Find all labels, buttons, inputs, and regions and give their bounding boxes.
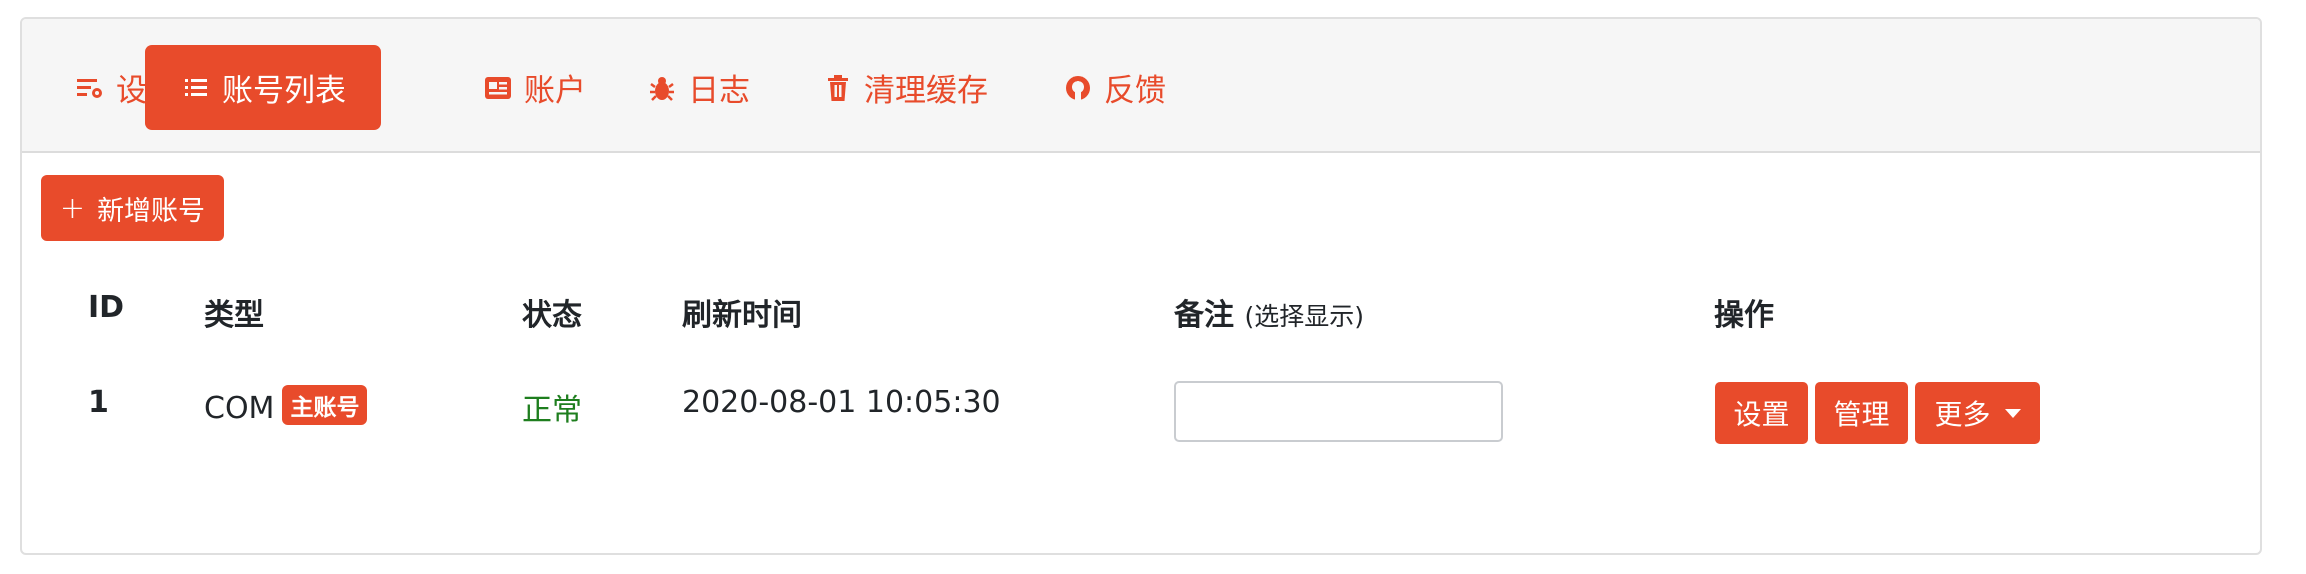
tab-label: 清理缓存 — [864, 73, 988, 109]
column-header-status: 状态 — [522, 298, 582, 333]
more-label: 更多 — [1934, 398, 1991, 431]
tab-feedback[interactable]: 反馈 — [1062, 45, 1166, 130]
main-card: 设置 账号列表 账户 日志 清理缓存 — [20, 17, 2262, 555]
tab-label: 账号列表 — [222, 73, 346, 109]
list-icon — [180, 72, 212, 104]
caret-down-icon — [2004, 408, 2021, 418]
row-refresh-time: 2020-08-01 10:05:30 — [682, 385, 1001, 420]
more-dropdown-button[interactable]: 更多 — [1915, 382, 2040, 444]
column-header-ops: 操作 — [1714, 298, 1774, 333]
bug-icon — [646, 72, 678, 104]
sliders-gear-icon — [74, 72, 106, 104]
column-header-refresh-time: 刷新时间 — [682, 298, 802, 333]
row-type-value: COM — [204, 391, 275, 426]
nav-tabs: 设置 账号列表 账户 日志 清理缓存 — [22, 19, 2260, 153]
note-header-hint: (选择显示) — [1244, 302, 1364, 331]
row-status: 正常 — [522, 393, 582, 428]
row-id: 1 — [88, 385, 109, 420]
column-header-id: ID — [88, 290, 125, 325]
note-input[interactable] — [1174, 381, 1503, 442]
github-icon — [1062, 72, 1094, 104]
plus-icon: + — [59, 190, 86, 226]
column-header-note: 备注 (选择显示) — [1174, 290, 1364, 334]
column-header-type: 类型 — [204, 298, 264, 333]
primary-account-badge: 主账号 — [282, 385, 368, 425]
trash-icon — [822, 72, 854, 104]
tab-clear-cache[interactable]: 清理缓存 — [822, 45, 988, 130]
tab-label: 账户 — [524, 73, 586, 109]
add-account-button[interactable]: + 新增账号 — [41, 175, 224, 241]
tab-label: 反馈 — [1104, 73, 1166, 109]
add-account-label: 新增账号 — [97, 195, 206, 227]
tab-account[interactable]: 账户 — [482, 45, 586, 130]
settings-button[interactable]: 设置 — [1715, 382, 1808, 444]
note-header-label: 备注 — [1174, 298, 1234, 333]
manage-button[interactable]: 管理 — [1815, 382, 1908, 444]
id-card-icon — [482, 72, 514, 104]
tab-account-list[interactable]: 账号列表 — [145, 45, 381, 130]
tab-log[interactable]: 日志 — [646, 45, 750, 130]
row-type: COM 主账号 — [204, 385, 368, 426]
tab-label: 日志 — [688, 73, 750, 109]
